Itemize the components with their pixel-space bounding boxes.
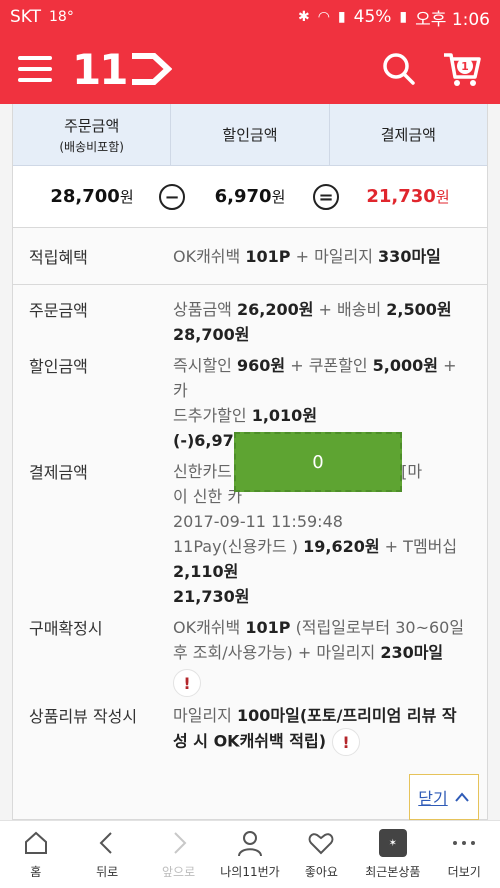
summary-values: 28,700 원 6,970 원 21,730 원 − = [13, 166, 487, 228]
detail-confirm-value: OK캐쉬백 101P (적립일로부터 30~60일 후 조회/사용가능) + 마… [173, 615, 471, 697]
menu-icon[interactable] [18, 56, 52, 82]
detail-review-value: 마일리지 100마일(포토/프리미엄 리뷰 작 성 시 OK캐쉬백 적립)! [173, 703, 471, 756]
close-label: 닫기 [418, 789, 448, 808]
order-amount-header: 주문금액 (배송비포함) [13, 104, 172, 165]
brand-logo[interactable]: 11 [72, 44, 173, 94]
battery-label: 45% [353, 7, 392, 27]
points-label: 적립혜택 [29, 248, 88, 267]
minus-icon: − [159, 184, 185, 210]
detail-order-label: 주문금액 [29, 301, 88, 320]
home-icon [24, 831, 47, 854]
wifi-icon: ◠ [317, 9, 330, 25]
close-button[interactable]: 닫기 [409, 774, 479, 820]
more-icon [453, 841, 476, 845]
heart-icon [308, 833, 334, 855]
status-bar: SKT 18° ✱ ◠ ▮ 45% ▮ 오후 1:06 [0, 0, 500, 34]
forward-icon [173, 832, 186, 854]
detail-order-value: 상품금액 26,200원 + 배송비 2,500원 28,700원 [173, 300, 452, 344]
nav-recent[interactable]: ✶ 최근본상품 [357, 821, 428, 888]
points-value: OK캐쉬백 101P + 마일리지 330마일 [173, 246, 441, 266]
discount-amount-header: 할인금액 [171, 104, 330, 165]
summary-header: 주문금액 (배송비포함) 할인금액 결제금액 [13, 104, 487, 166]
nav-likes[interactable]: 좋아요 [286, 821, 357, 888]
chevron-up-icon [454, 792, 469, 802]
battery-icon: ▮ [399, 9, 408, 25]
payment-amount-header: 결제금액 [380, 126, 436, 144]
equals-icon: = [313, 184, 339, 210]
search-icon[interactable] [382, 52, 416, 86]
nav-more[interactable]: 더보기 [429, 821, 500, 888]
order-amount-value: 28,700 원 [50, 186, 134, 207]
carrier-label: SKT [10, 7, 42, 27]
app-header: 11 1 [0, 34, 500, 104]
recent-product-thumbnail: ✶ [378, 829, 407, 857]
logo-text: 11 [72, 44, 128, 94]
nav-back[interactable]: 뒤로 [71, 821, 142, 888]
order-detail-content: 주문금액 (배송비포함) 할인금액 결제금액 28,700 원 6,970 원 21… [0, 104, 500, 820]
nav-my11st[interactable]: 나의11번가 [214, 821, 285, 888]
detail-confirm-label: 구매확정시 [29, 619, 103, 638]
back-icon [99, 832, 112, 854]
confirm-info-icon[interactable]: ! [173, 669, 201, 697]
discount-amount-value: 6,970 원 [214, 186, 286, 207]
detail-order-row: 주문금액 상품금액 26,200원 + 배송비 2,500원 28,700원 [13, 297, 487, 347]
detail-review-row: 상품리뷰 작성시 마일리지 100마일(포토/프리미엄 리뷰 작 성 시 OK캐… [13, 703, 487, 756]
bluetooth-icon: ✱ [297, 9, 310, 25]
points-row: 적립혜택 OK캐쉬백 101P + 마일리지 330마일 [13, 228, 487, 284]
clock-label: 오후 1:06 [415, 9, 490, 30]
cart-button[interactable]: 1 [442, 49, 482, 89]
logo-arrow-icon [132, 53, 173, 85]
nav-forward[interactable]: 앞으로 [143, 821, 214, 888]
nav-home[interactable]: 홈 [0, 821, 71, 888]
signal-icon: ▮ [337, 9, 346, 25]
detail-confirm-row: 구매확정시 OK캐쉬백 101P (적립일로부터 30~60일 후 조회/사용가… [13, 615, 487, 697]
overlay-banner: 0 [234, 432, 402, 492]
bottom-navigation: 홈 뒤로 앞으로 나의11번가 좋아요 ✶ 최근본상품 더보기 [0, 820, 500, 888]
detail-review-label: 상품리뷰 작성시 [29, 707, 138, 726]
detail-payment-label: 결제금액 [29, 463, 88, 482]
review-info-icon[interactable]: ! [332, 728, 361, 756]
temperature-label: 18° [49, 9, 74, 25]
payment-amount-value: 21,730 원 [366, 186, 450, 207]
cart-count-badge: 1 [457, 58, 473, 74]
detail-discount-label: 할인금액 [29, 357, 88, 376]
user-icon [237, 831, 262, 857]
